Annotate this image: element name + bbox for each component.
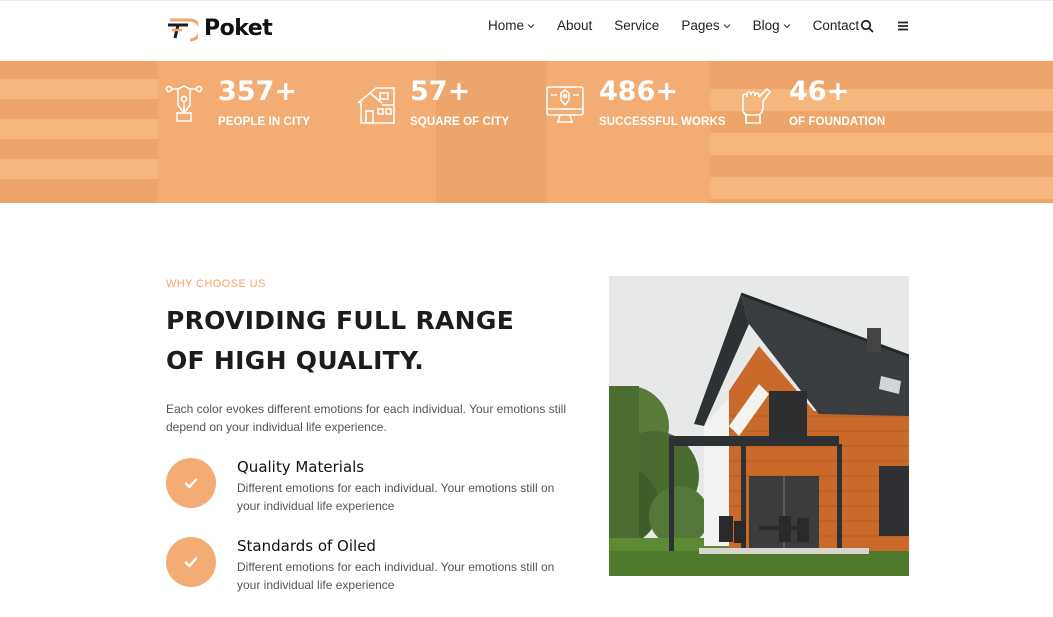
nav-contact-label: Contact [812, 18, 860, 33]
stat-value: 46+ [789, 76, 850, 107]
check-icon [184, 478, 198, 489]
stat-item: 57+ SQUARE OF CITY [356, 75, 509, 128]
stat-value: 357+ [218, 76, 297, 107]
logo[interactable]: Poket [166, 14, 273, 42]
stat-item: 486+ SUCCESSFUL WORKS [545, 75, 726, 128]
nav-pages-label: Pages [681, 18, 720, 33]
stat-value: 486+ [599, 76, 678, 107]
check-icon [184, 557, 198, 568]
brand-name: Poket [204, 15, 273, 41]
stat-item: 46+ OF FOUNDATION [735, 75, 885, 128]
background-stripe [710, 133, 1053, 155]
feature-title: Standards of Oiled [237, 537, 376, 555]
site-header: Poket Home About Service Pages Blog Cont… [0, 0, 1053, 61]
background-stripe [0, 79, 158, 99]
stat-label: SUCCESSFUL WORKS [599, 116, 726, 128]
check-badge [166, 537, 216, 587]
pen-nib-icon [165, 85, 203, 122]
background-stripe [0, 159, 158, 179]
main-nav: Home About Service Pages Blog Contact [488, 18, 881, 33]
house-photo [609, 276, 909, 576]
nav-contact[interactable]: Contact [813, 18, 860, 33]
house-icon [357, 87, 395, 124]
stat-label: SQUARE OF CITY [410, 116, 510, 128]
stat-item: 357+ PEOPLE IN CITY [164, 75, 310, 128]
feature-item: Standards of Oiled Different emotions fo… [166, 537, 557, 594]
feature-text: Different emotions for each individual. … [237, 560, 555, 592]
heading-line: PROVIDING FULL RANGE [166, 306, 515, 335]
section-intro: Each color evokes different emotions for… [166, 402, 567, 434]
search-icon[interactable] [860, 19, 874, 33]
nav-blog-label: Blog [752, 18, 780, 33]
heading-line: OF HIGH QUALITY. [166, 346, 425, 375]
nav-blog[interactable]: Blog [753, 18, 791, 33]
chevron-down-icon [723, 23, 730, 28]
house-illustration [609, 276, 909, 576]
check-badge [166, 458, 216, 508]
stat-label: OF FOUNDATION [789, 116, 886, 128]
hand-brush-icon [742, 87, 772, 124]
nav-about[interactable]: About [557, 18, 592, 33]
feature-title: Quality Materials [237, 458, 365, 476]
section-eyebrow: WHY CHOOSE US [166, 278, 266, 290]
nav-about-label: About [557, 18, 593, 33]
nav-service[interactable]: Service [614, 18, 659, 33]
background-stripe [710, 177, 1053, 199]
nav-home[interactable]: Home [488, 18, 535, 33]
stat-value: 57+ [410, 76, 471, 107]
feature-item: Quality Materials Different emotions for… [166, 458, 557, 515]
monitor-design-icon [546, 86, 584, 123]
nav-pages[interactable]: Pages [681, 18, 730, 33]
nav-service-label: Service [614, 18, 660, 33]
stat-label: PEOPLE IN CITY [218, 116, 311, 128]
chevron-down-icon [527, 23, 535, 28]
nav-home-label: Home [488, 18, 525, 33]
chevron-down-icon [783, 23, 790, 28]
logo-icon [168, 18, 198, 42]
section-heading: PROVIDING FULL RANGE OF HIGH QUALITY. [166, 301, 586, 381]
header-actions [860, 19, 910, 33]
menu-icon[interactable] [896, 19, 910, 33]
stats-band: 357+ PEOPLE IN CITY 57+ SQUARE OF CITY 4… [0, 61, 1053, 203]
background-stripe [0, 119, 158, 139]
feature-text: Different emotions for each individual. … [237, 481, 555, 513]
